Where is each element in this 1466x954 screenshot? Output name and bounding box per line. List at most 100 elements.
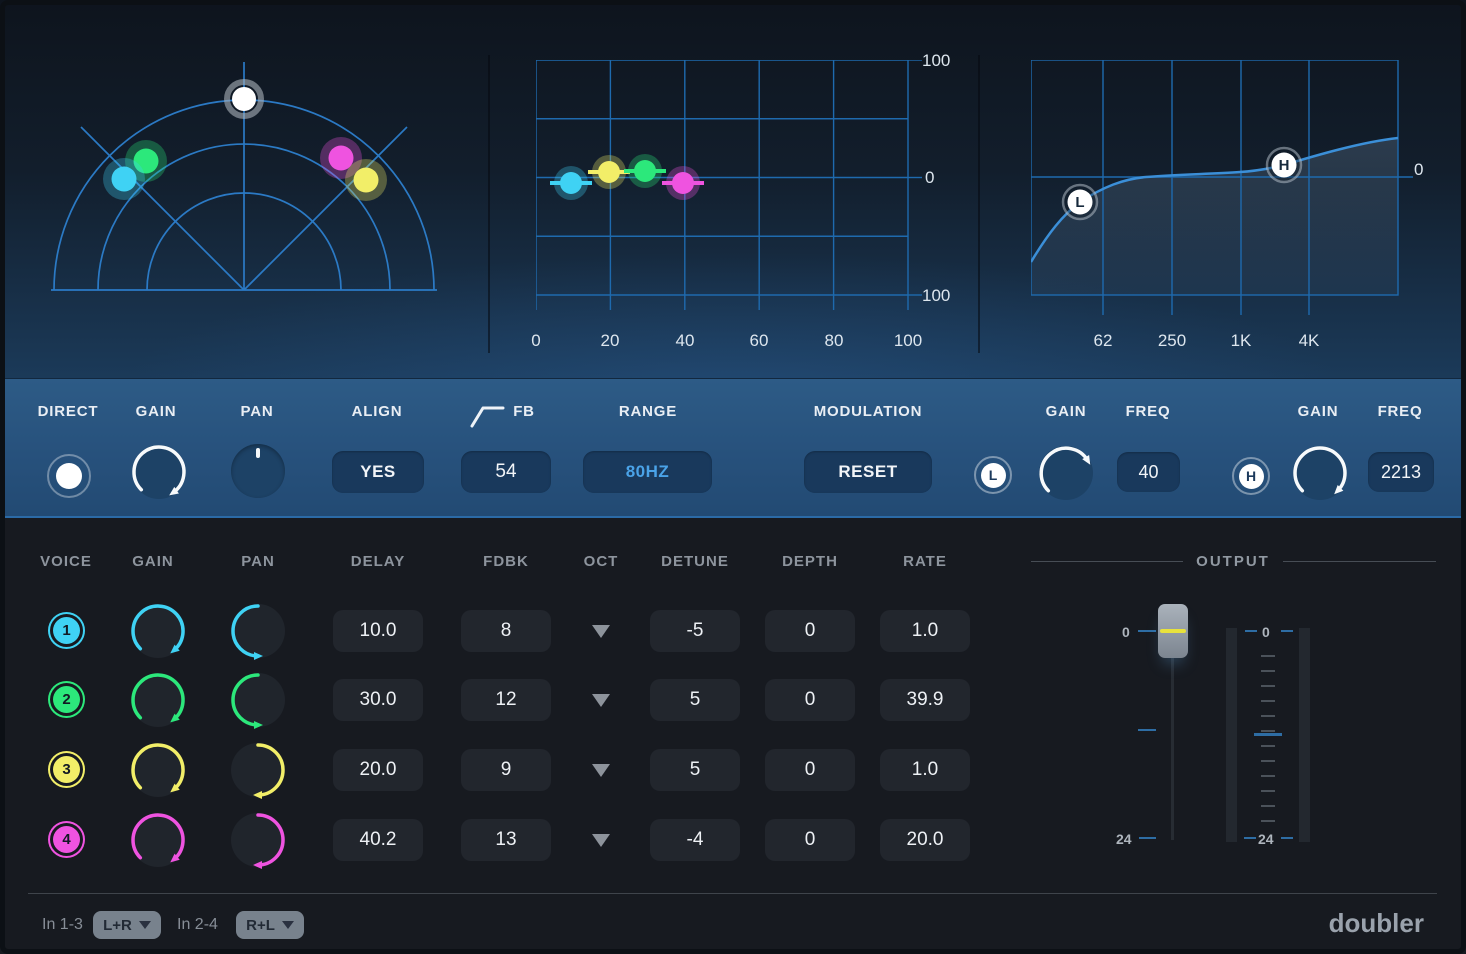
voice-4-button[interactable]: 4 (53, 826, 80, 853)
pan-dot-voice-3[interactable] (345, 159, 387, 201)
low-shelf-badge: L (974, 456, 1012, 494)
direct-gain-knob[interactable] (126, 439, 192, 505)
voice-1-detune-field[interactable]: -5 (650, 610, 740, 652)
voice-3-button[interactable]: 3 (53, 756, 80, 783)
voice-1-fdbk-field[interactable]: 8 (461, 610, 551, 652)
voice-4-oct-down-icon[interactable] (592, 834, 610, 847)
high-shelf-badge: H (1232, 457, 1270, 495)
eq-zero-label: 0 (1414, 160, 1423, 180)
footer-divider (28, 893, 1437, 894)
voice-3-gain-knob[interactable] (125, 737, 191, 803)
voice-1-depth-field[interactable]: 0 (765, 610, 855, 652)
voice-4-delay-field[interactable]: 40.2 (333, 819, 423, 861)
voice-3-number: 3 (62, 761, 70, 778)
voice-2-rate-field[interactable]: 39.9 (880, 679, 970, 721)
col-header-pan: PAN (241, 553, 275, 570)
voice-1-delay-field[interactable]: 10.0 (333, 610, 423, 652)
voice-1-number: 1 (62, 622, 70, 639)
voice-row-2: 2 30.0 12 5 0 39.9 (0, 667, 1466, 733)
col-header-rate: RATE (903, 553, 947, 570)
meter-24-label: 24 (1258, 831, 1274, 847)
delay-dot-voice-1[interactable] (550, 166, 592, 200)
voice-table-section (0, 518, 1466, 954)
voice-2-pan-knob[interactable] (225, 667, 291, 733)
fader-24-tick (1139, 837, 1156, 839)
voice-4-fdbk-field[interactable]: 13 (461, 819, 551, 861)
voice-2-oct-down-icon[interactable] (592, 694, 610, 707)
input-24-label: In 2-4 (177, 916, 218, 934)
voice-4-detune-field[interactable]: -4 (650, 819, 740, 861)
high-gain-knob[interactable] (1287, 440, 1353, 506)
high-freq-label: FREQ (1378, 403, 1423, 420)
voice-2-detune-field[interactable]: 5 (650, 679, 740, 721)
align-button[interactable]: YES (332, 451, 424, 493)
voice-3-delay-field[interactable]: 20.0 (333, 749, 423, 791)
voice-2-button[interactable]: 2 (53, 686, 80, 713)
pan-dot-direct[interactable] (227, 82, 261, 116)
delay-x-tick: 0 (531, 331, 540, 351)
voice-4-depth-field[interactable]: 0 (765, 819, 855, 861)
input-24-dropdown[interactable]: R+L (236, 911, 304, 939)
voice-2-number: 2 (62, 691, 70, 708)
voice-4-gain-knob[interactable] (125, 807, 191, 873)
voice-3-rate-field[interactable]: 1.0 (880, 749, 970, 791)
voice-2-fdbk-field[interactable]: 12 (461, 679, 551, 721)
low-freq-field[interactable]: 40 (1117, 452, 1180, 492)
eq-chart[interactable] (1031, 60, 1423, 318)
pan-dot-voice-1[interactable] (103, 158, 145, 200)
voice-3-depth-field[interactable]: 0 (765, 749, 855, 791)
voice-2-gain-knob[interactable] (125, 667, 191, 733)
voice-3-fdbk-field[interactable]: 9 (461, 749, 551, 791)
pan-radar-display[interactable] (30, 48, 460, 348)
col-header-voice: VOICE (40, 553, 92, 570)
direct-pan-knob[interactable] (231, 444, 285, 498)
direct-control-bar (0, 378, 1466, 517)
delay-x-tick: 20 (601, 331, 620, 351)
meter-level-line (1254, 733, 1282, 736)
col-header-oct: OCT (584, 553, 619, 570)
delay-dot-voice-4[interactable] (662, 166, 704, 200)
chevron-down-icon (139, 921, 151, 929)
col-header-gain: GAIN (132, 553, 174, 570)
col-header-delay: DELAY (351, 553, 405, 570)
voice-2-depth-field[interactable]: 0 (765, 679, 855, 721)
fb-value-field[interactable]: 54 (461, 451, 551, 493)
delay-x-tick: 40 (676, 331, 695, 351)
low-gain-knob[interactable] (1033, 440, 1099, 506)
voice-1-button[interactable]: 1 (53, 617, 80, 644)
range-button[interactable]: 80HZ (583, 451, 712, 493)
voice-1-oct-down-icon[interactable] (592, 625, 610, 638)
delay-y-tick: 0 (925, 168, 934, 188)
delay-y-tick: 100 (922, 51, 950, 71)
direct-pan-label: PAN (241, 403, 274, 420)
direct-toggle-button[interactable] (47, 454, 91, 498)
voice-2-delay-field[interactable]: 30.0 (333, 679, 423, 721)
high-freq-field[interactable]: 2213 (1368, 452, 1434, 492)
voice-3-pan-knob[interactable] (225, 737, 291, 803)
delay-x-tick: 80 (825, 331, 844, 351)
delay-x-tick: 60 (750, 331, 769, 351)
modulation-label: MODULATION (814, 403, 923, 420)
voice-1-rate-field[interactable]: 1.0 (880, 610, 970, 652)
delay-detune-chart[interactable] (536, 60, 928, 312)
meter-24-tick (1244, 837, 1256, 839)
delay-dot-voice-3[interactable] (588, 155, 630, 189)
modulation-reset-button[interactable]: RESET (804, 451, 932, 493)
output-fader-track[interactable] (1171, 630, 1174, 840)
eq-x-tick: 1K (1231, 331, 1252, 351)
col-header-detune: DETUNE (661, 553, 729, 570)
input-13-dropdown-value: L+R (103, 917, 132, 934)
voice-3-detune-field[interactable]: 5 (650, 749, 740, 791)
voice-1-pan-knob[interactable] (225, 598, 291, 664)
voice-4-pan-knob[interactable] (225, 807, 291, 873)
voice-1-gain-knob[interactable] (125, 598, 191, 664)
high-gain-label: GAIN (1298, 403, 1339, 420)
voice-4-rate-field[interactable]: 20.0 (880, 819, 970, 861)
voice-row-3: 3 20.0 9 5 0 1.0 (0, 737, 1466, 803)
output-fader-handle[interactable] (1158, 604, 1188, 658)
delay-dot-voice-2[interactable] (624, 154, 666, 188)
input-13-dropdown[interactable]: L+R (93, 911, 161, 939)
panel-separator (488, 55, 490, 353)
fb-label: FB (513, 403, 535, 420)
voice-3-oct-down-icon[interactable] (592, 764, 610, 777)
